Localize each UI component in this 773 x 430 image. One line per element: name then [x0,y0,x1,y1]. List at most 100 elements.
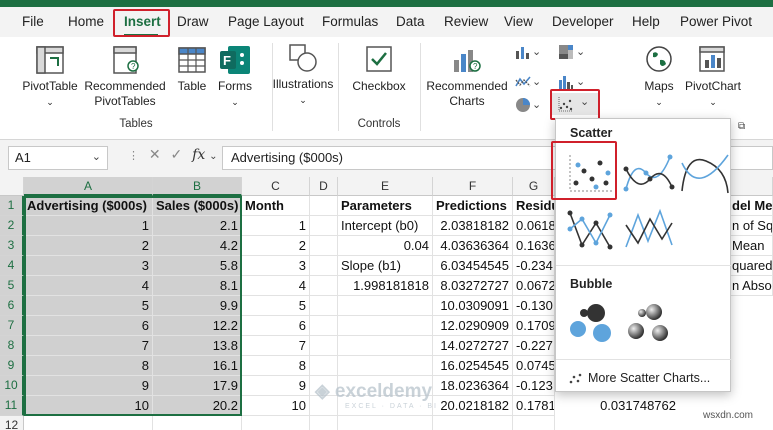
illustrations-button[interactable]: Illustrations ⌄ [270,77,336,108]
row-header[interactable]: 1 [0,196,24,216]
column-header-d[interactable]: D [310,177,338,196]
cell-b12[interactable] [153,416,242,430]
tab-page-layout[interactable]: Page Layout [228,14,304,29]
row-header[interactable]: 10 [0,376,24,396]
cell-d8[interactable] [310,336,338,356]
cell-b2[interactable]: 2.1 [153,216,242,236]
cell-a7[interactable]: 6 [24,316,153,336]
tab-developer[interactable]: Developer [552,14,614,29]
cell-b1[interactable]: Sales ($000s) [153,196,242,216]
row-header[interactable]: 3 [0,236,24,256]
cell-d4[interactable] [310,256,338,276]
cell-b8[interactable]: 13.8 [153,336,242,356]
cell-c3[interactable]: 2 [242,236,310,256]
cell-f3[interactable]: 4.03636364 [433,236,513,256]
cell-f4[interactable]: 6.03454545 [433,256,513,276]
bubble-chart-icon[interactable] [562,299,620,347]
maps-button[interactable]: Maps ⌄ [638,79,680,110]
cell-g7[interactable]: 0.1709 [513,316,555,336]
cell-d12[interactable] [310,416,338,430]
row-header[interactable]: 2 [0,216,24,236]
line-chart-icon[interactable] [515,74,531,90]
select-all-corner[interactable] [0,177,24,196]
tab-home[interactable]: Home [68,14,104,29]
enter-icon[interactable]: ✓ [171,146,183,162]
checkbox-button[interactable]: Checkbox [348,79,410,94]
row-header[interactable]: 6 [0,296,24,316]
cell-g6[interactable]: -0.130 [513,296,555,316]
cell-g5[interactable]: 0.0672 [513,276,555,296]
row-header[interactable]: 12 [0,416,24,430]
cell-c5[interactable]: 4 [242,276,310,296]
table-button[interactable]: Table [172,79,212,94]
cell-c1[interactable]: Month [242,196,310,216]
cell-e6[interactable] [338,296,433,316]
cell-e1[interactable]: Parameters [338,196,433,216]
cell-e9[interactable] [338,356,433,376]
column-chart-icon[interactable] [515,44,531,60]
row-header[interactable]: 7 [0,316,24,336]
cell-e2[interactable]: Intercept (b0) [338,216,433,236]
name-box[interactable]: A1 ⌄ [8,146,108,170]
pivotchart-button[interactable]: PivotChart ⌄ [682,79,744,110]
cell-a11[interactable]: 10 [24,396,153,416]
row-header[interactable]: 4 [0,256,24,276]
cell-g1[interactable]: Residu [513,196,555,216]
tab-draw[interactable]: Draw [177,14,209,29]
cell-d1[interactable] [310,196,338,216]
recommended-charts-button[interactable]: Recommended Charts [422,79,512,109]
cell-c7[interactable]: 6 [242,316,310,336]
cell-g2[interactable]: 0.0618 [513,216,555,236]
cell-c4[interactable]: 3 [242,256,310,276]
cell-d9[interactable] [310,356,338,376]
cell-b11[interactable]: 20.2 [153,396,242,416]
cell-a2[interactable]: 1 [24,216,153,236]
cell-h2[interactable]: n of Squ [731,216,773,236]
cell-e7[interactable] [338,316,433,336]
cell-e8[interactable] [338,336,433,356]
cell-a5[interactable]: 4 [24,276,153,296]
cell-b3[interactable]: 4.2 [153,236,242,256]
cell-e3[interactable]: 0.04 [338,236,433,256]
pivottable-button[interactable]: PivotTable ⌄ [18,79,82,110]
cell-a9[interactable]: 8 [24,356,153,376]
cancel-icon[interactable]: ✕ [149,146,161,162]
tab-help[interactable]: Help [632,14,660,29]
cell-f6[interactable]: 10.0309091 [433,296,513,316]
cell-a3[interactable]: 2 [24,236,153,256]
scatter-smooth-lines-icon[interactable] [676,149,734,197]
cell-f11[interactable]: 20.0218182 [433,396,513,416]
cell-h4[interactable]: quared [731,256,773,276]
cell-a8[interactable]: 7 [24,336,153,356]
cell-b6[interactable]: 9.9 [153,296,242,316]
column-header-a[interactable]: A [24,177,153,196]
row-header[interactable]: 11 [0,396,24,416]
insert-function-button[interactable]: fx [192,147,205,163]
cell-d3[interactable] [310,236,338,256]
cell-f8[interactable]: 14.0272727 [433,336,513,356]
cell-d6[interactable] [310,296,338,316]
cell-b9[interactable]: 16.1 [153,356,242,376]
cell-h1[interactable]: del Met [731,196,773,216]
cell-b4[interactable]: 5.8 [153,256,242,276]
tab-view[interactable]: View [504,14,533,29]
statistic-chart-icon[interactable] [558,74,574,90]
scatter-straight-lines-markers-icon[interactable] [562,205,620,253]
cell-a4[interactable]: 3 [24,256,153,276]
cell-a10[interactable]: 9 [24,376,153,396]
cell-c6[interactable]: 5 [242,296,310,316]
cell-h3[interactable]: Mean [731,236,773,256]
cell-g4[interactable]: -0.234 [513,256,555,276]
column-header-c[interactable]: C [242,177,310,196]
cell-d2[interactable] [310,216,338,236]
column-header-f[interactable]: F [433,177,513,196]
row-header[interactable]: 8 [0,336,24,356]
scatter-smooth-lines-markers-icon[interactable] [620,149,678,197]
row-header[interactable]: 9 [0,356,24,376]
cell-a6[interactable]: 5 [24,296,153,316]
cell-e5[interactable]: 1.998181818 [338,276,433,296]
cell-a12[interactable] [24,416,153,430]
column-header-g[interactable]: G [513,177,555,196]
cell-g11[interactable]: 0.1781818 [513,396,555,416]
cell-b10[interactable]: 17.9 [153,376,242,396]
